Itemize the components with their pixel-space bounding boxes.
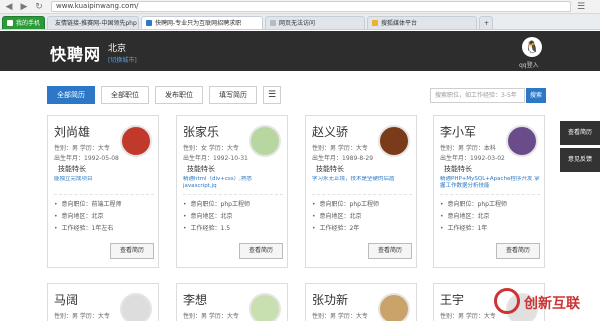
avatar bbox=[249, 293, 281, 321]
intended-position: 意向职位：php工程师 bbox=[312, 199, 379, 208]
candidate-info: 性别：男 学历：本科 bbox=[440, 145, 496, 152]
view-resume-button[interactable]: 查看简历 bbox=[110, 243, 154, 259]
filter-tabs: 全部简历 全部职位 发布职位 填写简历 ☰ bbox=[47, 86, 281, 104]
skill-title: 技能特长 bbox=[58, 165, 86, 173]
view-resume-side-button[interactable]: 查看简历 bbox=[560, 121, 600, 145]
candidate-name: 赵义骄 bbox=[312, 125, 349, 139]
intended-position: 意向职位：前端工程师 bbox=[54, 199, 122, 208]
qq-icon[interactable]: 🐧 bbox=[522, 37, 542, 57]
skill-title: 技能特长 bbox=[316, 165, 344, 173]
skill-text[interactable]: 精通PHP+MySQL+Apache程序开发 掌握工作数据分析技能 bbox=[440, 176, 540, 190]
browser-toolbar: ◀ ▶ ↻ www.kuaipinwang.com/ ☰ bbox=[0, 0, 600, 14]
current-city: 北京 bbox=[108, 44, 127, 54]
resume-card: 张功新 性别：男 学历：大专 bbox=[305, 283, 417, 321]
search-button[interactable]: 搜索 bbox=[526, 88, 546, 103]
work-experience: 工作经验：1年左右 bbox=[54, 223, 114, 232]
resume-card: 刘尚雄 性别：男 学历：大专 出生年月：1992-05-08 技能特长 能独立完… bbox=[47, 115, 159, 268]
candidate-name: 张功新 bbox=[312, 293, 349, 307]
feedback-side-button[interactable]: 意见反馈 bbox=[560, 148, 600, 172]
candidate-info: 性别：男 学历：大专 bbox=[54, 145, 110, 152]
intended-area: 意向地区：北京 bbox=[54, 211, 104, 220]
tab-all-jobs[interactable]: 全部职位 bbox=[101, 86, 149, 104]
address-bar[interactable]: www.kuaipinwang.com/ bbox=[51, 1, 571, 12]
divider bbox=[54, 194, 154, 195]
forward-icon[interactable]: ▶ bbox=[18, 1, 30, 13]
candidate-info: 性别：男 学历：大专 bbox=[440, 313, 496, 320]
intended-area: 意向地区：北京 bbox=[440, 211, 490, 220]
resume-card: 马阔 性别：男 学历：大专 bbox=[47, 283, 159, 321]
tab-my-phone[interactable]: 我的手机 bbox=[2, 16, 46, 29]
avatar bbox=[249, 125, 281, 157]
tab-friend-links[interactable]: 友情链接-推赛网-中国领先php bbox=[47, 16, 140, 29]
avatar bbox=[120, 125, 152, 157]
candidate-name: 李想 bbox=[183, 293, 208, 307]
search-input[interactable]: 搜索职位，如工作经验：3-5年 bbox=[430, 88, 525, 103]
skill-text[interactable]: 精通html（div+css）,熟悉javascript,jq bbox=[183, 176, 283, 190]
view-resume-button[interactable]: 查看简历 bbox=[239, 243, 283, 259]
candidate-birth: 出生年月：1989-8-29 bbox=[312, 155, 374, 162]
resume-card: 张家乐 性别：女 学历：大专 出生年月：1992-10-31 技能特长 精通ht… bbox=[176, 115, 288, 268]
reload-icon[interactable]: ↻ bbox=[33, 1, 45, 13]
divider bbox=[183, 194, 283, 195]
avatar bbox=[378, 293, 410, 321]
qq-login-link[interactable]: qq登入 bbox=[519, 60, 539, 69]
tab-post-job[interactable]: 发布职位 bbox=[155, 86, 203, 104]
phone-icon bbox=[7, 20, 13, 26]
candidate-name: 马阔 bbox=[54, 293, 79, 307]
skill-text[interactable]: 学习永无止境，技术是坚硬的后盾 bbox=[312, 176, 412, 190]
new-tab-button[interactable]: + bbox=[479, 16, 494, 29]
candidate-info: 性别：男 学历：大专 bbox=[54, 313, 110, 320]
resume-card: 赵义骄 性别：男 学历：大专 出生年月：1989-8-29 技能特长 学习永无止… bbox=[305, 115, 417, 268]
divider bbox=[440, 194, 540, 195]
resume-card: 李想 性别：男 学历：大专 bbox=[176, 283, 288, 321]
page-icon bbox=[372, 20, 379, 26]
tab-sohu[interactable]: 搜狐媒体平台 bbox=[367, 16, 478, 29]
avatar bbox=[378, 125, 410, 157]
candidate-info: 性别：男 学历：大专 bbox=[312, 145, 368, 152]
tab-kuaipin[interactable]: 快聘网-专业只为互联网招聘求职 bbox=[141, 16, 264, 29]
work-experience: 工作经验：1年 bbox=[440, 223, 488, 232]
watermark-logo-icon bbox=[494, 288, 520, 314]
skill-text[interactable]: 能独立完成项目 bbox=[54, 176, 154, 190]
site-header: 快聘网 北京 [切换城市] 🐧 qq登入 bbox=[0, 31, 600, 71]
resume-card: 李小军 性别：男 学历：本科 出生年月：1992-03-02 技能特长 精通PH… bbox=[433, 115, 545, 268]
avatar bbox=[506, 125, 538, 157]
intended-area: 意向地区：北京 bbox=[183, 211, 233, 220]
intended-area: 意向地区：北京 bbox=[312, 211, 362, 220]
view-resume-button[interactable]: 查看简历 bbox=[368, 243, 412, 259]
divider bbox=[312, 194, 412, 195]
back-icon[interactable]: ◀ bbox=[3, 1, 15, 13]
work-experience: 工作经验：1.5 bbox=[183, 223, 231, 232]
avatar bbox=[120, 293, 152, 321]
candidate-name: 张家乐 bbox=[183, 125, 220, 139]
candidate-name: 刘尚雄 bbox=[54, 125, 91, 139]
candidate-name: 王宇 bbox=[440, 293, 465, 307]
candidate-birth: 出生年月：1992-03-02 bbox=[440, 155, 505, 162]
watermark-text: 创新互联 bbox=[524, 296, 580, 312]
view-resume-button[interactable]: 查看简历 bbox=[496, 243, 540, 259]
menu-icon[interactable]: ☰ bbox=[577, 2, 587, 12]
intended-position: 意向职位：php工程师 bbox=[183, 199, 250, 208]
page-icon bbox=[146, 20, 153, 26]
candidate-name: 李小军 bbox=[440, 125, 477, 139]
site-logo[interactable]: 快聘网 bbox=[50, 41, 101, 65]
work-experience: 工作经验：2年 bbox=[312, 223, 360, 232]
tab-fill-resume[interactable]: 填写简历 bbox=[209, 86, 257, 104]
candidate-info: 性别：女 学历：大专 bbox=[183, 145, 239, 152]
page-icon bbox=[270, 20, 277, 26]
skill-title: 技能特长 bbox=[187, 165, 215, 173]
candidate-birth: 出生年月：1992-10-31 bbox=[183, 155, 248, 162]
skill-title: 技能特长 bbox=[444, 165, 472, 173]
candidate-info: 性别：男 学历：大专 bbox=[312, 313, 368, 320]
tab-unreachable[interactable]: 网页无法访问 bbox=[265, 16, 366, 29]
switch-city-link[interactable]: [切换城市] bbox=[108, 55, 137, 64]
intended-position: 意向职位：php工程师 bbox=[440, 199, 507, 208]
list-view-icon[interactable]: ☰ bbox=[263, 86, 281, 104]
browser-tabs: 我的手机 友情链接-推赛网-中国领先php 快聘网-专业只为互联网招聘求职 网页… bbox=[0, 14, 600, 30]
tab-all-resumes[interactable]: 全部简历 bbox=[47, 86, 95, 104]
candidate-info: 性别：男 学历：大专 bbox=[183, 313, 239, 320]
candidate-birth: 出生年月：1992-05-08 bbox=[54, 155, 119, 162]
